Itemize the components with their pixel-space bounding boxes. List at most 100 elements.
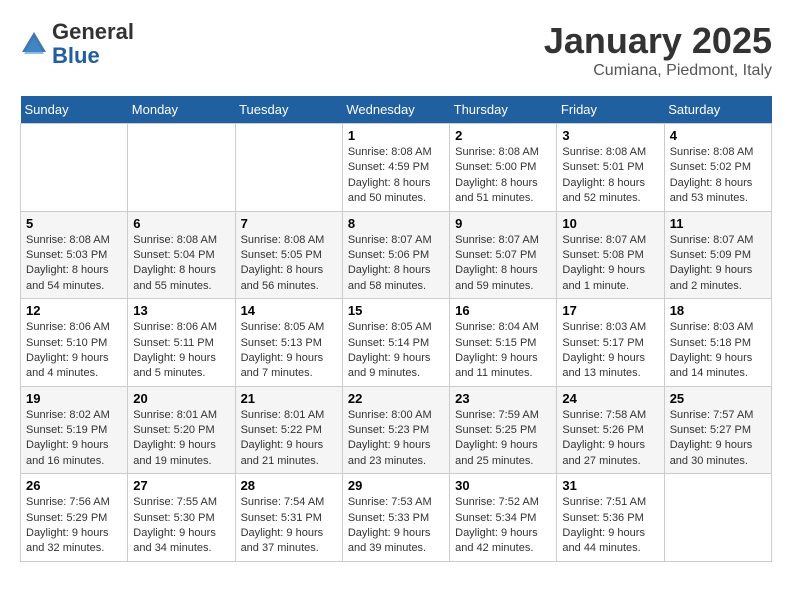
week-row-2: 5Sunrise: 8:08 AM Sunset: 5:03 PM Daylig… [21,211,772,299]
day-number: 13 [133,303,229,318]
day-number: 1 [348,128,444,143]
calendar-body: 1 Sunrise: 8:08 AM Sunset: 4:59 PM Daylig… [21,124,772,562]
location-text: Cumiana, Piedmont, Italy [544,62,772,80]
day-cell [664,474,771,562]
header-wednesday: Wednesday [342,96,449,124]
day-cell [21,124,128,212]
day-info: Sunrise: 8:05 AM Sunset: 5:14 PM Dayligh… [348,320,444,382]
day-info: Sunrise: 8:00 AM Sunset: 5:23 PM Dayligh… [348,408,444,470]
day-number: 31 [562,478,658,493]
day-number: 7 [241,216,337,231]
day-number: 27 [133,478,229,493]
day-cell: 16Sunrise: 8:04 AM Sunset: 5:15 PM Dayli… [450,299,557,387]
day-number: 6 [133,216,229,231]
day-number: 25 [670,391,766,406]
day-number: 9 [455,216,551,231]
logo-icon [20,30,48,58]
day-info: Sunrise: 8:06 AM Sunset: 5:10 PM Dayligh… [26,320,122,382]
day-number: 15 [348,303,444,318]
week-row-3: 12 Sunrise: 8:06 AM Sunset: 5:10 PM Dayli… [21,299,772,387]
day-cell: 13Sunrise: 8:06 AM Sunset: 5:11 PM Dayli… [128,299,235,387]
day-info: Sunrise: 8:03 AM Sunset: 5:17 PM Dayligh… [562,320,658,382]
week-row-4: 19 Sunrise: 8:02 AM Sunset: 5:19 PM Dayli… [21,386,772,474]
header-tuesday: Tuesday [235,96,342,124]
day-cell: 2 Sunrise: 8:08 AM Sunset: 5:00 PM Daylig… [450,124,557,212]
day-cell: 19 Sunrise: 8:02 AM Sunset: 5:19 PM Dayli… [21,386,128,474]
day-info: Sunrise: 7:53 AM Sunset: 5:33 PM Dayligh… [348,495,444,557]
day-number: 29 [348,478,444,493]
day-number: 17 [562,303,658,318]
day-info: Sunrise: 8:01 AM Sunset: 5:20 PM Dayligh… [133,408,229,470]
day-cell: 4Sunrise: 8:08 AM Sunset: 5:02 PM Daylig… [664,124,771,212]
day-info: Sunrise: 8:02 AM Sunset: 5:19 PM Dayligh… [26,408,122,470]
day-cell: 5Sunrise: 8:08 AM Sunset: 5:03 PM Daylig… [21,211,128,299]
day-number: 3 [562,128,658,143]
day-cell: 29 Sunrise: 7:53 AM Sunset: 5:33 PM Dayli… [342,474,449,562]
day-number: 11 [670,216,766,231]
week-row-5: 26Sunrise: 7:56 AM Sunset: 5:29 PM Dayli… [21,474,772,562]
day-number: 8 [348,216,444,231]
day-info: Sunrise: 8:08 AM Sunset: 5:04 PM Dayligh… [133,233,229,295]
day-cell: 18 Sunrise: 8:03 AM Sunset: 5:18 PM Dayli… [664,299,771,387]
day-number: 22 [348,391,444,406]
day-info: Sunrise: 8:07 AM Sunset: 5:09 PM Dayligh… [670,233,766,295]
day-cell [235,124,342,212]
day-info: Sunrise: 7:58 AM Sunset: 5:26 PM Dayligh… [562,408,658,470]
title-block: January 2025 Cumiana, Piedmont, Italy [544,20,772,80]
day-cell: 24 Sunrise: 7:58 AM Sunset: 5:26 PM Dayli… [557,386,664,474]
day-number: 24 [562,391,658,406]
day-number: 20 [133,391,229,406]
day-info: Sunrise: 7:51 AM Sunset: 5:36 PM Dayligh… [562,495,658,557]
header-monday: Monday [128,96,235,124]
day-cell: 12 Sunrise: 8:06 AM Sunset: 5:10 PM Dayli… [21,299,128,387]
day-info: Sunrise: 8:07 AM Sunset: 5:08 PM Dayligh… [562,233,658,295]
day-cell: 11 Sunrise: 8:07 AM Sunset: 5:09 PM Dayli… [664,211,771,299]
day-number: 14 [241,303,337,318]
page-header: General Blue January 2025 Cumiana, Piedm… [20,20,772,80]
day-cell: 25 Sunrise: 7:57 AM Sunset: 5:27 PM Dayli… [664,386,771,474]
day-number: 21 [241,391,337,406]
day-cell: 23Sunrise: 7:59 AM Sunset: 5:25 PM Dayli… [450,386,557,474]
day-info: Sunrise: 8:08 AM Sunset: 5:03 PM Dayligh… [26,233,122,295]
day-number: 10 [562,216,658,231]
day-cell: 20 Sunrise: 8:01 AM Sunset: 5:20 PM Dayli… [128,386,235,474]
day-cell: 26Sunrise: 7:56 AM Sunset: 5:29 PM Dayli… [21,474,128,562]
header-sunday: Sunday [21,96,128,124]
header-friday: Friday [557,96,664,124]
day-info: Sunrise: 8:04 AM Sunset: 5:15 PM Dayligh… [455,320,551,382]
day-cell: 7 Sunrise: 8:08 AM Sunset: 5:05 PM Daylig… [235,211,342,299]
day-cell: 3 Sunrise: 8:08 AM Sunset: 5:01 PM Daylig… [557,124,664,212]
header-row: SundayMondayTuesdayWednesdayThursdayFrid… [21,96,772,124]
day-info: Sunrise: 8:08 AM Sunset: 4:59 PM Dayligh… [348,145,444,207]
day-number: 19 [26,391,122,406]
day-cell: 6 Sunrise: 8:08 AM Sunset: 5:04 PM Daylig… [128,211,235,299]
day-info: Sunrise: 8:07 AM Sunset: 5:07 PM Dayligh… [455,233,551,295]
logo-blue-text: Blue [52,43,100,68]
day-info: Sunrise: 8:07 AM Sunset: 5:06 PM Dayligh… [348,233,444,295]
day-info: Sunrise: 8:08 AM Sunset: 5:01 PM Dayligh… [562,145,658,207]
logo-general-text: General [52,19,134,44]
day-info: Sunrise: 8:03 AM Sunset: 5:18 PM Dayligh… [670,320,766,382]
calendar-header: SundayMondayTuesdayWednesdayThursdayFrid… [21,96,772,124]
day-number: 28 [241,478,337,493]
day-cell: 8 Sunrise: 8:07 AM Sunset: 5:06 PM Daylig… [342,211,449,299]
day-info: Sunrise: 7:57 AM Sunset: 5:27 PM Dayligh… [670,408,766,470]
day-cell: 21Sunrise: 8:01 AM Sunset: 5:22 PM Dayli… [235,386,342,474]
day-cell: 14Sunrise: 8:05 AM Sunset: 5:13 PM Dayli… [235,299,342,387]
day-cell: 28Sunrise: 7:54 AM Sunset: 5:31 PM Dayli… [235,474,342,562]
day-info: Sunrise: 8:08 AM Sunset: 5:05 PM Dayligh… [241,233,337,295]
day-cell: 22 Sunrise: 8:00 AM Sunset: 5:23 PM Dayli… [342,386,449,474]
day-number: 12 [26,303,122,318]
header-thursday: Thursday [450,96,557,124]
day-cell: 1 Sunrise: 8:08 AM Sunset: 4:59 PM Daylig… [342,124,449,212]
header-saturday: Saturday [664,96,771,124]
day-cell: 17 Sunrise: 8:03 AM Sunset: 5:17 PM Dayli… [557,299,664,387]
day-number: 2 [455,128,551,143]
day-info: Sunrise: 7:59 AM Sunset: 5:25 PM Dayligh… [455,408,551,470]
day-info: Sunrise: 8:08 AM Sunset: 5:00 PM Dayligh… [455,145,551,207]
calendar-table: SundayMondayTuesdayWednesdayThursdayFrid… [20,96,772,562]
day-cell [128,124,235,212]
day-info: Sunrise: 8:08 AM Sunset: 5:02 PM Dayligh… [670,145,766,207]
day-number: 18 [670,303,766,318]
day-number: 26 [26,478,122,493]
